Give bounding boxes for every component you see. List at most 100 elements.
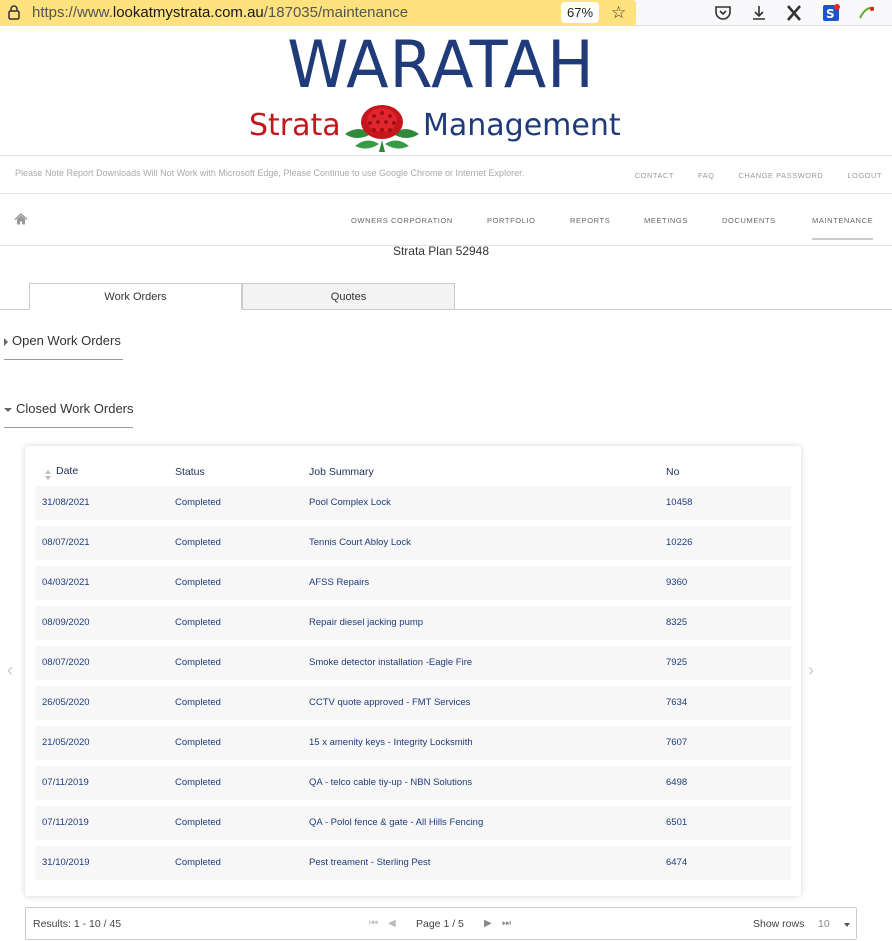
tab-work-orders[interactable]: Work Orders: [29, 283, 242, 310]
table-row[interactable]: 07/11/2019 Completed QA - telco cable tiy-…: [35, 766, 791, 800]
table-row[interactable]: 21/05/2020 Completed 15 x amenity keys - I…: [35, 726, 791, 760]
cell-job-summary: Smoke detector installation -Eagle Fire: [309, 657, 473, 668]
nav-documents[interactable]: DOCUMENTS: [722, 216, 776, 225]
cell-status: Completed: [175, 577, 221, 588]
url-prefix: https://www.: [32, 4, 113, 21]
pdf-extension-icon[interactable]: [857, 3, 877, 23]
cell-status: Completed: [175, 657, 221, 668]
cell-no: 6501: [666, 817, 688, 828]
contact-link[interactable]: CONTACT: [635, 171, 674, 180]
logo-management-text: Management: [423, 108, 621, 143]
cell-job-summary: AFSS Repairs: [309, 577, 370, 588]
results-value: 1 - 10 / 45: [73, 918, 122, 930]
cell-status: Completed: [175, 817, 221, 828]
nav-owners-corporation[interactable]: OWNERS CORPORATION: [351, 216, 453, 225]
results-count: Results: 1 - 10 / 45: [33, 918, 121, 930]
cell-date: 07/11/2019: [42, 817, 89, 828]
cell-date: 08/09/2020: [42, 617, 90, 628]
logout-link[interactable]: LOGOUT: [847, 171, 882, 180]
closed-work-orders-table: Date Status Job Summary No 31/08/2021 Com…: [25, 446, 801, 896]
home-icon[interactable]: [14, 213, 28, 225]
rows-per-page-select[interactable]: 10: [818, 918, 830, 930]
column-header-job-summary[interactable]: Job Summary: [309, 466, 374, 478]
divider: [0, 193, 892, 194]
column-header-no[interactable]: No: [666, 466, 679, 478]
change-password-link[interactable]: CHANGE PASSWORD: [738, 171, 823, 180]
browser-notice: Please Note Report Downloads Will Not Wo…: [15, 168, 525, 178]
url-path: /187035/maintenance: [263, 4, 409, 21]
cell-no: 6498: [666, 777, 688, 788]
table-row[interactable]: 31/08/2021 Completed Pool Complex Lock 1045…: [35, 486, 791, 520]
cell-job-summary: QA - Polol fence & gate - All Hills Fenc…: [309, 817, 484, 828]
cell-job-summary: QA - telco cable tiy-up - NBN Solutions: [309, 777, 473, 788]
page-indicator: Page 1 / 5: [416, 918, 464, 930]
last-page-icon[interactable]: ⏭: [502, 918, 511, 929]
cell-job-summary: 15 x amenity keys - Integrity Locksmith: [309, 737, 473, 748]
x-extension-icon[interactable]: [784, 3, 804, 23]
cell-no: 7925: [666, 657, 688, 668]
table-row[interactable]: 04/03/2021 Completed AFSS Repairs 9360: [35, 566, 791, 600]
page-label: Page: [416, 918, 441, 930]
chevron-right-icon[interactable]: ›: [808, 660, 814, 681]
table-row[interactable]: 31/10/2019 Completed Pest treament - Sterl…: [35, 846, 791, 880]
cell-date: 31/08/2021: [42, 497, 90, 508]
chevron-left-icon[interactable]: ‹: [7, 660, 13, 681]
tab-quotes[interactable]: Quotes: [242, 283, 455, 310]
table-row[interactable]: 07/11/2019 Completed QA - Polol fence & ga…: [35, 806, 791, 840]
nav-maintenance[interactable]: MAINTENANCE: [812, 216, 873, 225]
closed-work-orders-toggle[interactable]: Closed Work Orders: [4, 401, 134, 416]
caret-down-icon: [4, 407, 12, 412]
cell-date: 08/07/2020: [42, 657, 90, 668]
column-header-status[interactable]: Status: [175, 466, 205, 478]
waratah-logo[interactable]: WARATAH Strata Management: [249, 26, 633, 154]
next-page-icon[interactable]: ▶: [484, 918, 492, 929]
pocket-icon[interactable]: [713, 3, 733, 23]
cell-date: 04/03/2021: [42, 577, 90, 588]
cell-job-summary: Pool Complex Lock: [309, 497, 391, 508]
bookmark-star-icon[interactable]: ☆: [611, 3, 626, 23]
cell-date: 26/05/2020: [42, 697, 90, 708]
open-work-orders-toggle[interactable]: Open Work Orders: [4, 333, 121, 348]
previous-page-icon[interactable]: ◀: [388, 918, 396, 929]
first-page-icon[interactable]: ⏮: [369, 918, 378, 929]
nav-portfolio[interactable]: PORTFOLIO: [487, 216, 536, 225]
cell-date: 21/05/2020: [42, 737, 90, 748]
sort-icon[interactable]: [45, 470, 51, 480]
table-row[interactable]: 26/05/2020 Completed CCTV quote approved -…: [35, 686, 791, 720]
section-underline: [4, 427, 133, 428]
nav-reports[interactable]: REPORTS: [570, 216, 610, 225]
cell-date: 07/11/2019: [42, 777, 89, 788]
results-label: Results:: [33, 918, 71, 930]
table-row[interactable]: 08/07/2021 Completed Tennis Court Abloy Lo…: [35, 526, 791, 560]
column-header-date[interactable]: Date: [56, 465, 78, 477]
nav-meetings[interactable]: MEETINGS: [644, 216, 688, 225]
logo-title: WARATAH: [287, 26, 595, 103]
cell-no: 6474: [666, 857, 688, 868]
cell-status: Completed: [175, 737, 221, 748]
cell-status: Completed: [175, 497, 221, 508]
cell-no: 7634: [666, 697, 688, 708]
nav-active-indicator: [812, 238, 873, 240]
table-row[interactable]: 08/07/2020 Completed Smoke detector instal…: [35, 646, 791, 680]
cell-status: Completed: [175, 777, 221, 788]
zoom-level-button[interactable]: 67%: [561, 2, 599, 23]
closed-work-orders-label: Closed Work Orders: [16, 401, 134, 416]
caret-right-icon: [4, 337, 8, 346]
dropdown-caret-icon[interactable]: [844, 923, 850, 927]
cell-no: 7607: [666, 737, 688, 748]
table-pager: Results: 1 - 10 / 45 ⏮ ◀ Page 1 / 5 ▶ ⏭ …: [25, 907, 857, 940]
s-extension-icon[interactable]: S: [821, 3, 841, 23]
divider: [0, 155, 892, 156]
cell-job-summary: CCTV quote approved - FMT Services: [309, 697, 471, 708]
page-value: 1 / 5: [443, 918, 464, 930]
cell-status: Completed: [175, 537, 221, 548]
url-text: https://www.lookatmystrata.com.au/187035…: [32, 4, 408, 21]
section-underline: [4, 359, 123, 360]
browser-toolbar: https://www.lookatmystrata.com.au/187035…: [0, 0, 892, 26]
faq-link[interactable]: FAQ: [698, 171, 715, 180]
download-icon[interactable]: [749, 3, 769, 23]
table-row[interactable]: 08/09/2020 Completed Repair diesel jacking…: [35, 606, 791, 640]
svg-text:S: S: [826, 7, 835, 21]
address-bar[interactable]: https://www.lookatmystrata.com.au/187035…: [0, 0, 636, 26]
cell-no: 10458: [666, 497, 693, 508]
